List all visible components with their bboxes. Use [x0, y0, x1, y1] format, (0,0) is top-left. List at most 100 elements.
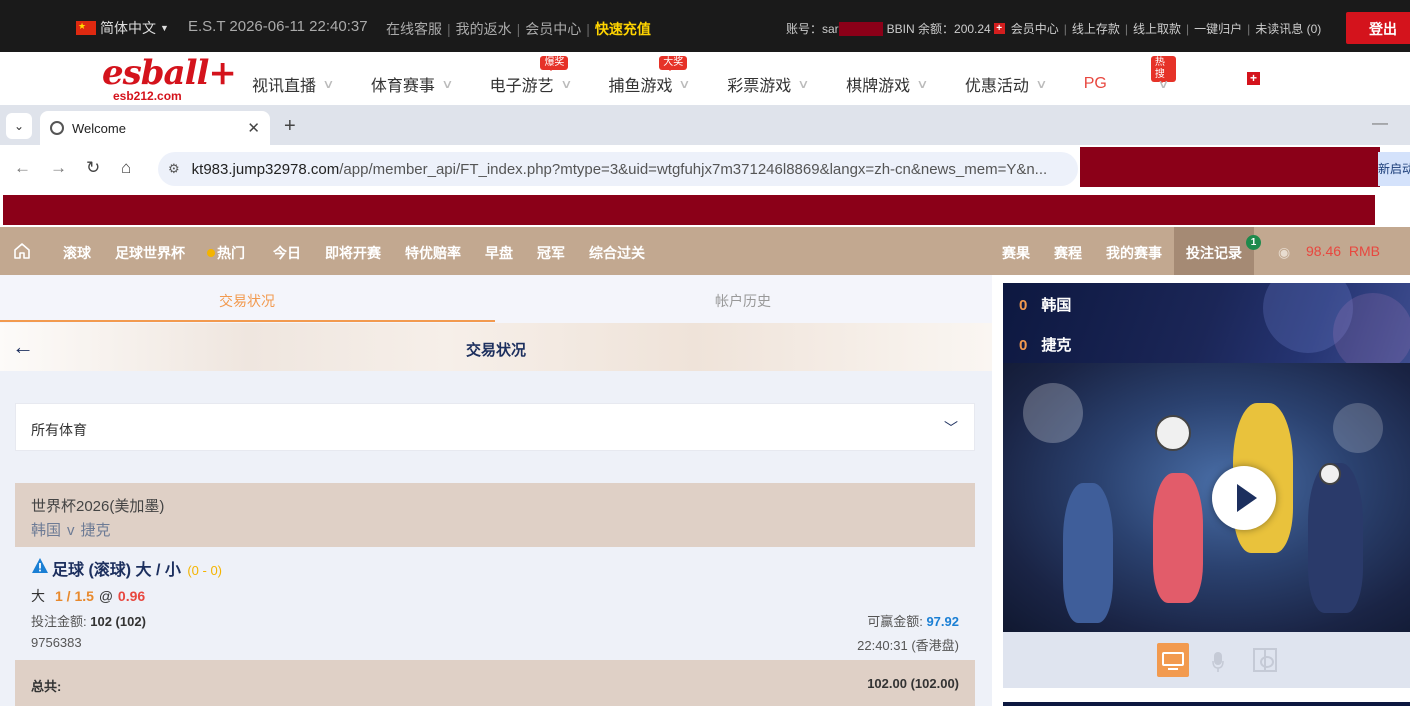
home-team: 韩国: [31, 522, 62, 539]
acct-link-member-center[interactable]: 会员中心: [1011, 20, 1059, 37]
nav-hot-search[interactable]: 热搜 ∨: [1150, 56, 1176, 96]
bet-record-label: 投注记录: [1186, 245, 1242, 261]
nav-early[interactable]: 早盘: [485, 243, 513, 263]
account-info: 账号：sar BBIN 余额：200.24 + 会员中心 | 线上存款 | 线上取款…: [786, 20, 1322, 37]
language-label: 简体中文: [100, 20, 156, 36]
win-label: 可赢金额:: [867, 614, 923, 629]
pitch-icon[interactable]: [1253, 648, 1277, 672]
nav-label: 棋牌游戏: [846, 78, 911, 95]
nav-promotions[interactable]: 优惠活动 ∨: [964, 72, 1048, 96]
tv-icon[interactable]: [1157, 643, 1189, 677]
tab-account-history[interactable]: 帐户历史: [715, 291, 771, 311]
brand-nav: esball+ esb212.com 视讯直播 ∨ 体育赛事 ∨ 爆奖 电子游艺 ∨ 大…: [0, 52, 1410, 105]
nav-lottery[interactable]: 彩票游戏 ∨: [727, 72, 810, 96]
plus-icon[interactable]: +: [1247, 72, 1260, 85]
home-icon[interactable]: ⌂: [121, 158, 131, 178]
nav-today[interactable]: 今日: [273, 243, 301, 263]
nav-upcoming[interactable]: 即将开赛: [325, 243, 381, 263]
active-tab-indicator: [0, 320, 495, 322]
stadium-light: [1333, 403, 1383, 453]
browser-tab[interactable]: Welcome ✕: [40, 111, 270, 145]
nav-hot[interactable]: 热门: [207, 243, 245, 263]
at-sign: @: [98, 588, 114, 604]
nav-live-casino[interactable]: 视讯直播 ∨: [252, 72, 335, 96]
nav-slots[interactable]: 爆奖 电子游艺 ∨: [490, 56, 572, 96]
account-label: 账号：sar: [786, 22, 839, 36]
restart-button[interactable]: 新启动: [1378, 152, 1410, 186]
nav-schedule[interactable]: 赛程: [1054, 243, 1082, 263]
chevron-down-icon: ﹀: [944, 420, 958, 436]
site-settings-icon[interactable]: ⚙: [168, 161, 180, 177]
new-tab-button[interactable]: +: [284, 115, 296, 138]
nav-parlay[interactable]: 综合过关: [589, 243, 645, 263]
chevron-down-icon: ∨: [1157, 77, 1170, 91]
add-balance-icon[interactable]: +: [993, 23, 1005, 34]
nav-pg[interactable]: PG: [1084, 72, 1107, 96]
bet-score: (0 - 0): [187, 563, 223, 578]
acct-link-deposit[interactable]: 线上存款: [1072, 20, 1120, 37]
tab-transaction-status[interactable]: 交易状况: [219, 291, 275, 311]
win-value: 97.92: [926, 614, 959, 629]
nav-results[interactable]: 赛果: [1002, 243, 1030, 263]
warning-icon: [32, 558, 48, 573]
esball-logo[interactable]: esball+ esb212.com: [102, 53, 237, 102]
sport-filter-select[interactable]: 所有体育 ﹀: [15, 403, 975, 451]
score-row-away: 0 捷克: [1019, 334, 1071, 355]
link-customer-service[interactable]: 在线客服: [386, 21, 442, 37]
acct-link-messages[interactable]: 未读讯息 (0): [1255, 20, 1321, 37]
total-value: 102.00 (102.00): [867, 676, 959, 691]
nav-label: 优惠活动: [964, 78, 1029, 95]
close-icon[interactable]: ✕: [247, 119, 260, 137]
chevron-down-icon: ∨: [441, 77, 454, 91]
minimize-icon[interactable]: —: [1372, 115, 1388, 133]
logout-button[interactable]: 登出: [1346, 12, 1410, 44]
nav-bet-record[interactable]: 投注记录 1: [1174, 227, 1261, 275]
bet-details: 足球 (滚球) 大 / 小 (0 - 0) 大 1 / 1.5 @ 0.96 投注…: [15, 547, 975, 660]
away-name: 捷克: [1041, 337, 1072, 354]
soccer-ball: [1155, 415, 1191, 451]
tennis-ball: [1319, 463, 1341, 485]
acct-link-withdraw[interactable]: 线上取款: [1133, 20, 1181, 37]
selection-line: 1 / 1.5: [55, 588, 94, 604]
forward-icon[interactable]: →: [50, 158, 67, 178]
nav-badge: 大奖: [659, 56, 688, 71]
bet-selection: 大 1 / 1.5 @ 0.96: [31, 586, 145, 606]
nav-outright[interactable]: 冠军: [537, 243, 565, 263]
home-icon[interactable]: [12, 241, 32, 261]
nav-inplay[interactable]: 滚球: [63, 243, 91, 263]
decor-circle: [1333, 293, 1410, 363]
chevron-down-icon: ∨: [916, 77, 929, 91]
eye-hide-icon[interactable]: ◉: [1278, 244, 1290, 261]
tab-search-icon[interactable]: ⌄: [6, 113, 32, 139]
link-member-center[interactable]: 会员中心: [525, 21, 581, 37]
language-selector[interactable]: 简体中文 ▼: [76, 18, 169, 38]
nav-cards[interactable]: 棋牌游戏 ∨: [846, 72, 929, 96]
total-bar: 总共: 102.00 (102.00): [15, 660, 975, 706]
top-links: 在线客服 | 我的返水 | 会员中心 | 快速充值: [386, 21, 651, 37]
link-rebate[interactable]: 我的返水: [456, 21, 512, 37]
logo-text: esball+: [102, 53, 237, 93]
nav-best-odds[interactable]: 特优赔率: [405, 243, 461, 263]
browser-tab-strip: ⌄ Welcome ✕ + —: [0, 105, 1410, 145]
nav-fishing[interactable]: 大奖 捕鱼游戏 ∨: [608, 56, 691, 96]
nav-my-events[interactable]: 我的赛事: [1106, 243, 1162, 263]
live-video-preview[interactable]: [1003, 363, 1410, 632]
nav-sports[interactable]: 体育赛事 ∨: [371, 72, 454, 96]
nav-world-cup[interactable]: 足球世界杯: [115, 243, 185, 263]
stadium-light: [1023, 383, 1083, 443]
reload-icon[interactable]: ↻: [86, 158, 100, 178]
globe-icon: [50, 121, 64, 135]
back-icon[interactable]: ←: [14, 158, 31, 178]
url-field[interactable]: ⚙ kt983.jump32978.com/app/member_api/FT_…: [158, 152, 1078, 186]
link-quick-recharge[interactable]: 快速充值: [595, 21, 651, 37]
play-button[interactable]: [1212, 466, 1276, 530]
stake-value: 102 (102): [90, 614, 146, 629]
est-clock: E.S.T 2026-06-11 22:40:37: [188, 18, 368, 35]
bet-record-badge: 1: [1246, 235, 1261, 250]
microphone-icon[interactable]: [1212, 650, 1224, 674]
url-path: /app/member_api/FT_index.php?mtype=3&uid…: [339, 160, 1048, 178]
acct-link-consolidate[interactable]: 一键归户: [1194, 20, 1242, 37]
bet-market: 足球 (滚球) 大 / 小: [52, 562, 181, 579]
vs-label: v: [67, 522, 75, 539]
nav-label: PG: [1083, 75, 1107, 92]
